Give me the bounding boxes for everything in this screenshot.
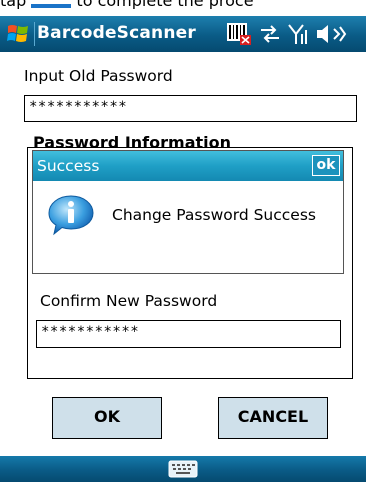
- app-title: BarcodeScanner: [37, 23, 196, 43]
- cancel-button[interactable]: CANCEL: [218, 397, 328, 439]
- windows-start-icon[interactable]: [5, 21, 31, 47]
- ok-button[interactable]: OK: [52, 397, 162, 439]
- dialog-ok-button[interactable]: ok: [312, 155, 340, 176]
- dialog-title: Success: [37, 157, 100, 175]
- confirm-password-input[interactable]: ***********: [36, 320, 341, 348]
- confirm-password-label: Confirm New Password: [40, 292, 218, 310]
- keyboard-icon[interactable]: [168, 460, 198, 478]
- old-password-label: Input Old Password: [24, 67, 173, 85]
- volume-icon: [317, 25, 347, 43]
- instruction-after: to complete the proce: [76, 0, 253, 9]
- instruction-link[interactable]: [31, 4, 72, 8]
- info-icon: [48, 195, 94, 236]
- barcode-icon: [227, 23, 251, 45]
- signal-icon: [288, 24, 307, 44]
- instruction-text-clipped: tap to complete the proce: [0, 0, 366, 9]
- connectivity-icon: [261, 25, 279, 43]
- instruction-before: tap: [0, 0, 26, 9]
- title-separator: [34, 22, 35, 46]
- old-password-input[interactable]: ***********: [24, 95, 357, 122]
- dialog-message: Change Password Success: [112, 206, 316, 224]
